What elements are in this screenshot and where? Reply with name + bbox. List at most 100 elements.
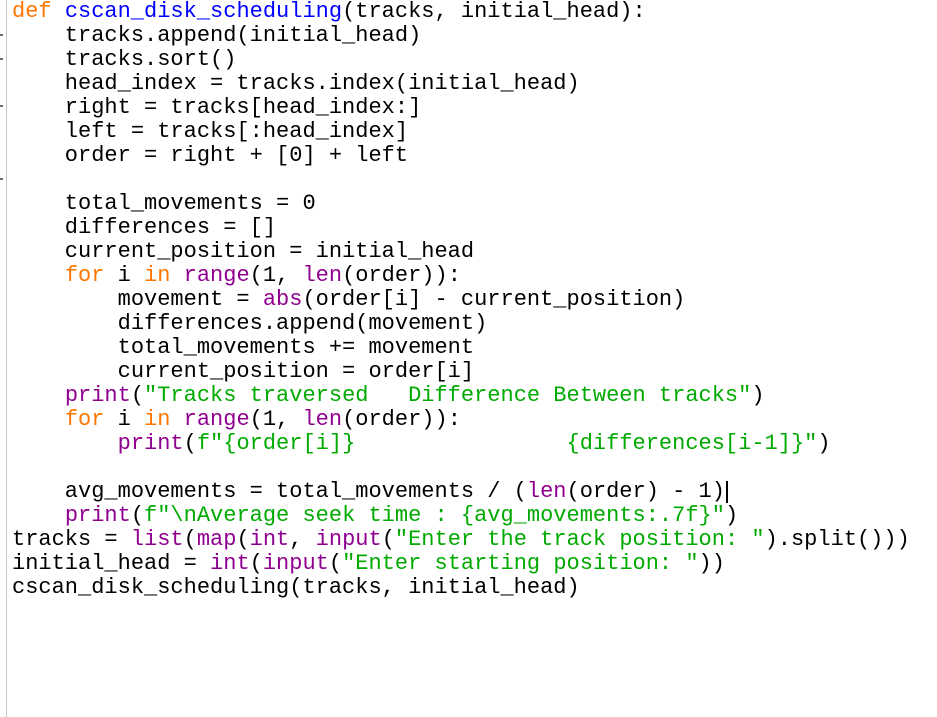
code-line: ​ [12,456,910,480]
code-token: "Enter the track position: " [394,527,765,552]
code-token: initial_head = [12,551,211,576]
code-token: current_position = initial_head [12,239,475,264]
code-editor[interactable]: def cscan_disk_scheduling(tracks, initia… [0,0,937,717]
code-token: i [104,263,145,288]
code-token: i [104,407,145,432]
code-token: int [249,527,290,552]
code-line: avg_movements = total_movements / (len(o… [12,480,910,504]
code-token: ( [183,431,197,456]
code-token: print [64,383,131,408]
code-token: cscan_disk_scheduling [64,0,343,24]
code-token: movement = [12,287,263,312]
code-token: (order) - 1) [566,479,725,504]
code-token: differences.append(movement) [12,311,488,336]
code-line: tracks = list(map(int, input("Enter the … [12,528,910,552]
code-token: ( [328,551,343,576]
code-token: in [144,407,171,432]
code-token: print [117,431,184,456]
code-token: tracks.append(initial_head) [12,23,422,48]
code-line: movement = abs(order[i] - current_positi… [12,288,910,312]
code-token: in [144,263,171,288]
code-line: print("Tracks traversed Difference Betwe… [12,384,910,408]
code-token: len [526,479,567,504]
code-token: )) [698,551,725,576]
code-token: range [183,263,250,288]
code-token: head_index = tracks.index(initial_head) [12,71,580,96]
code-line: differences.append(movement) [12,312,910,336]
code-line: for i in range(1, len(order)): [12,408,910,432]
code-token: ) [817,431,831,456]
code-token: (order[i] - current_position) [302,287,686,312]
code-token: current_position = order[i] [12,359,475,384]
code-token: tracks.sort() [12,47,237,72]
gutter-marker [0,58,3,60]
code-line: print(f"{order[i]} {differences[i-1]}") [12,432,910,456]
code-token: avg_movements = total_movements / ( [12,479,527,504]
code-token: print [64,503,131,528]
code-token: f"{order[i]} {differences[i-1]}" [196,431,818,456]
code-token: "Tracks traversed Difference Between tra… [144,383,752,408]
code-token: ( [183,527,197,552]
code-token: (order)): [342,407,461,432]
code-token: ).split())) [764,527,910,552]
code-token: right = tracks[head_index:] [12,95,422,120]
code-token: map [196,527,237,552]
code-token: ( [130,383,145,408]
code-token: for [64,263,105,288]
code-token: (order)): [342,263,461,288]
text-cursor [726,481,728,503]
code-line: current_position = initial_head [12,240,910,264]
code-token: for [64,407,105,432]
code-token: len [302,407,343,432]
code-line: total_movements += movement [12,336,910,360]
code-line: order = right + [0] + left [12,144,910,168]
code-line: cscan_disk_scheduling(tracks, initial_he… [12,576,910,600]
code-line: head_index = tracks.index(initial_head) [12,72,910,96]
code-line: def cscan_disk_scheduling(tracks, initia… [12,0,910,24]
code-token: ) [724,503,739,528]
code-line: initial_head = int(input("Enter starting… [12,552,910,576]
code-token: f"\nAverage seek time : {avg_movements:.… [144,503,725,528]
code-token: (1, [249,407,303,432]
code-line: left = tracks[:head_index] [12,120,910,144]
code-token: input [315,527,382,552]
code-line: tracks.sort() [12,48,910,72]
code-text-area[interactable]: def cscan_disk_scheduling(tracks, initia… [12,0,910,600]
code-token: cscan_disk_scheduling(tracks, initial_he… [12,575,580,600]
code-line: right = tracks[head_index:] [12,96,910,120]
code-line: total_movements = 0 [12,192,910,216]
code-token: abs [262,287,303,312]
code-token: ) [751,383,765,408]
code-token: list [130,527,184,552]
code-line: differences = [] [12,216,910,240]
code-line: ​ [12,168,910,192]
code-token: ( [381,527,395,552]
code-token: input [262,551,329,576]
code-token: ( [249,551,263,576]
gutter-marker [0,34,3,36]
code-line: tracks.append(initial_head) [12,24,910,48]
code-token: , [289,527,316,552]
editor-left-gutter [0,0,7,717]
code-token: ( [130,503,145,528]
code-token: differences = [] [12,215,277,240]
code-token: range [183,407,250,432]
code-token: "Enter starting position: " [342,551,699,576]
gutter-marker [0,105,3,107]
gutter-marker [0,178,3,180]
code-token: order = right + [0] + left [12,143,409,168]
code-line: for i in range(1, len(order)): [12,264,910,288]
code-token: left = tracks[:head_index] [12,119,409,144]
code-token: def [12,0,52,24]
code-token: total_movements += movement [12,335,475,360]
code-token: total_movements = 0 [12,191,316,216]
code-line: current_position = order[i] [12,360,910,384]
